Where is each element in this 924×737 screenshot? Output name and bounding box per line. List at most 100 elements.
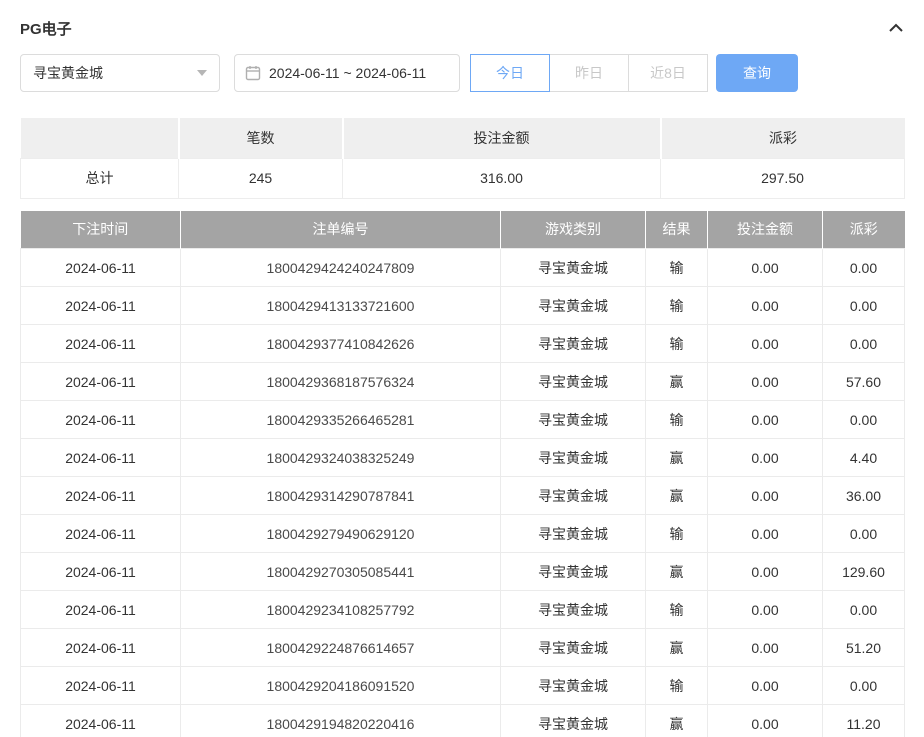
cell-bet-time: 2024-06-11 — [21, 287, 181, 325]
quick-date-buttons: 今日 昨日 近8日 — [470, 54, 708, 92]
calendar-icon — [245, 65, 261, 81]
cell-bet-amount: 0.00 — [708, 249, 823, 287]
table-row: 2024-06-11 1800429234108257792 寻宝黄金城 输 0… — [21, 591, 905, 629]
header-bet-amount: 投注金额 — [708, 211, 823, 249]
summary-header-bet-amount: 投注金额 — [343, 118, 661, 158]
cell-bet-time: 2024-06-11 — [21, 439, 181, 477]
table-row: 2024-06-11 1800429335266465281 寻宝黄金城 输 0… — [21, 401, 905, 439]
header-result: 结果 — [646, 211, 708, 249]
cell-game-category: 寻宝黄金城 — [501, 477, 646, 515]
cell-payout: 0.00 — [823, 401, 905, 439]
cell-bet-time: 2024-06-11 — [21, 325, 181, 363]
cell-game-category: 寻宝黄金城 — [501, 363, 646, 401]
cell-payout: 0.00 — [823, 249, 905, 287]
cell-bet-time: 2024-06-11 — [21, 591, 181, 629]
cell-bet-amount: 0.00 — [708, 591, 823, 629]
cell-bet-time: 2024-06-11 — [21, 629, 181, 667]
summary-total-count: 245 — [179, 158, 343, 198]
summary-header-empty — [21, 118, 179, 158]
table-row: 2024-06-11 1800429413133721600 寻宝黄金城 输 0… — [21, 287, 905, 325]
date-range-picker[interactable]: 2024-06-11 ~ 2024-06-11 — [234, 54, 460, 92]
cell-payout: 0.00 — [823, 667, 905, 705]
table-row: 2024-06-11 1800429270305085441 寻宝黄金城 赢 0… — [21, 553, 905, 591]
cell-payout: 0.00 — [823, 325, 905, 363]
cell-game-category: 寻宝黄金城 — [501, 249, 646, 287]
cell-bet-id: 1800429368187576324 — [181, 363, 501, 401]
cell-bet-id: 1800429204186091520 — [181, 667, 501, 705]
cell-game-category: 寻宝黄金城 — [501, 591, 646, 629]
cell-bet-amount: 0.00 — [708, 553, 823, 591]
cell-bet-amount: 0.00 — [708, 705, 823, 737]
cell-bet-time: 2024-06-11 — [21, 667, 181, 705]
cell-game-category: 寻宝黄金城 — [501, 705, 646, 737]
header-game-category: 游戏类别 — [501, 211, 646, 249]
game-select-value: 寻宝黄金城 — [33, 63, 103, 83]
cell-bet-id: 1800429314290787841 — [181, 477, 501, 515]
chevron-up-icon — [888, 22, 904, 34]
cell-result: 赢 — [646, 477, 708, 515]
date-range-value: 2024-06-11 ~ 2024-06-11 — [269, 65, 426, 81]
header-bet-time: 下注时间 — [21, 211, 181, 249]
cell-bet-amount: 0.00 — [708, 325, 823, 363]
cell-game-category: 寻宝黄金城 — [501, 401, 646, 439]
cell-bet-id: 1800429424240247809 — [181, 249, 501, 287]
cell-bet-id: 1800429413133721600 — [181, 287, 501, 325]
cell-result: 赢 — [646, 629, 708, 667]
header-bet-id: 注单编号 — [181, 211, 501, 249]
summary-table: 笔数 投注金额 派彩 总计 245 316.00 297.50 — [20, 118, 905, 199]
cell-payout: 0.00 — [823, 287, 905, 325]
cell-bet-id: 1800429279490629120 — [181, 515, 501, 553]
table-row: 2024-06-11 1800429368187576324 寻宝黄金城 赢 0… — [21, 363, 905, 401]
cell-bet-amount: 0.00 — [708, 629, 823, 667]
cell-game-category: 寻宝黄金城 — [501, 439, 646, 477]
cell-result: 输 — [646, 401, 708, 439]
game-select[interactable]: 寻宝黄金城 — [20, 54, 220, 92]
cell-payout: 57.60 — [823, 363, 905, 401]
cell-bet-id: 1800429194820220416 — [181, 705, 501, 737]
cell-payout: 51.20 — [823, 629, 905, 667]
table-row: 2024-06-11 1800429204186091520 寻宝黄金城 输 0… — [21, 667, 905, 705]
summary-total-label: 总计 — [21, 158, 179, 198]
table-row: 2024-06-11 1800429377410842626 寻宝黄金城 输 0… — [21, 325, 905, 363]
cell-game-category: 寻宝黄金城 — [501, 325, 646, 363]
collapse-panel-button[interactable] — [888, 22, 904, 34]
today-button[interactable]: 今日 — [470, 54, 550, 92]
cell-bet-time: 2024-06-11 — [21, 553, 181, 591]
cell-bet-time: 2024-06-11 — [21, 477, 181, 515]
cell-bet-amount: 0.00 — [708, 667, 823, 705]
last-8-days-button[interactable]: 近8日 — [628, 54, 708, 92]
table-row: 2024-06-11 1800429424240247809 寻宝黄金城 输 0… — [21, 249, 905, 287]
cell-result: 赢 — [646, 363, 708, 401]
cell-bet-amount: 0.00 — [708, 287, 823, 325]
cell-result: 输 — [646, 667, 708, 705]
cell-bet-id: 1800429335266465281 — [181, 401, 501, 439]
cell-result: 输 — [646, 249, 708, 287]
cell-result: 赢 — [646, 705, 708, 737]
cell-game-category: 寻宝黄金城 — [501, 553, 646, 591]
summary-header-payout: 派彩 — [661, 118, 905, 158]
cell-bet-id: 1800429324038325249 — [181, 439, 501, 477]
cell-bet-time: 2024-06-11 — [21, 705, 181, 737]
cell-bet-time: 2024-06-11 — [21, 515, 181, 553]
cell-game-category: 寻宝黄金城 — [501, 287, 646, 325]
bet-table-body: 2024-06-11 1800429424240247809 寻宝黄金城 输 0… — [21, 249, 905, 737]
panel-header: PG电子 — [20, 12, 904, 44]
cell-bet-id: 1800429377410842626 — [181, 325, 501, 363]
cell-payout: 0.00 — [823, 591, 905, 629]
cell-result: 输 — [646, 287, 708, 325]
cell-bet-id: 1800429224876614657 — [181, 629, 501, 667]
summary-header-count: 笔数 — [179, 118, 343, 158]
cell-bet-time: 2024-06-11 — [21, 363, 181, 401]
bet-records-table: 下注时间 注单编号 游戏类别 结果 投注金额 派彩 2024-06-11 180… — [20, 211, 905, 737]
yesterday-button[interactable]: 昨日 — [549, 54, 629, 92]
query-button[interactable]: 查询 — [716, 54, 798, 92]
table-row: 2024-06-11 1800429194820220416 寻宝黄金城 赢 0… — [21, 705, 905, 737]
cell-bet-amount: 0.00 — [708, 439, 823, 477]
pg-panel: PG电子 寻宝黄金城 2024-06-11 ~ 2024-06-11 今日 昨日… — [0, 0, 924, 737]
cell-payout: 4.40 — [823, 439, 905, 477]
cell-payout: 36.00 — [823, 477, 905, 515]
cell-payout: 11.20 — [823, 705, 905, 737]
cell-result: 赢 — [646, 439, 708, 477]
cell-bet-time: 2024-06-11 — [21, 249, 181, 287]
cell-bet-id: 1800429234108257792 — [181, 591, 501, 629]
